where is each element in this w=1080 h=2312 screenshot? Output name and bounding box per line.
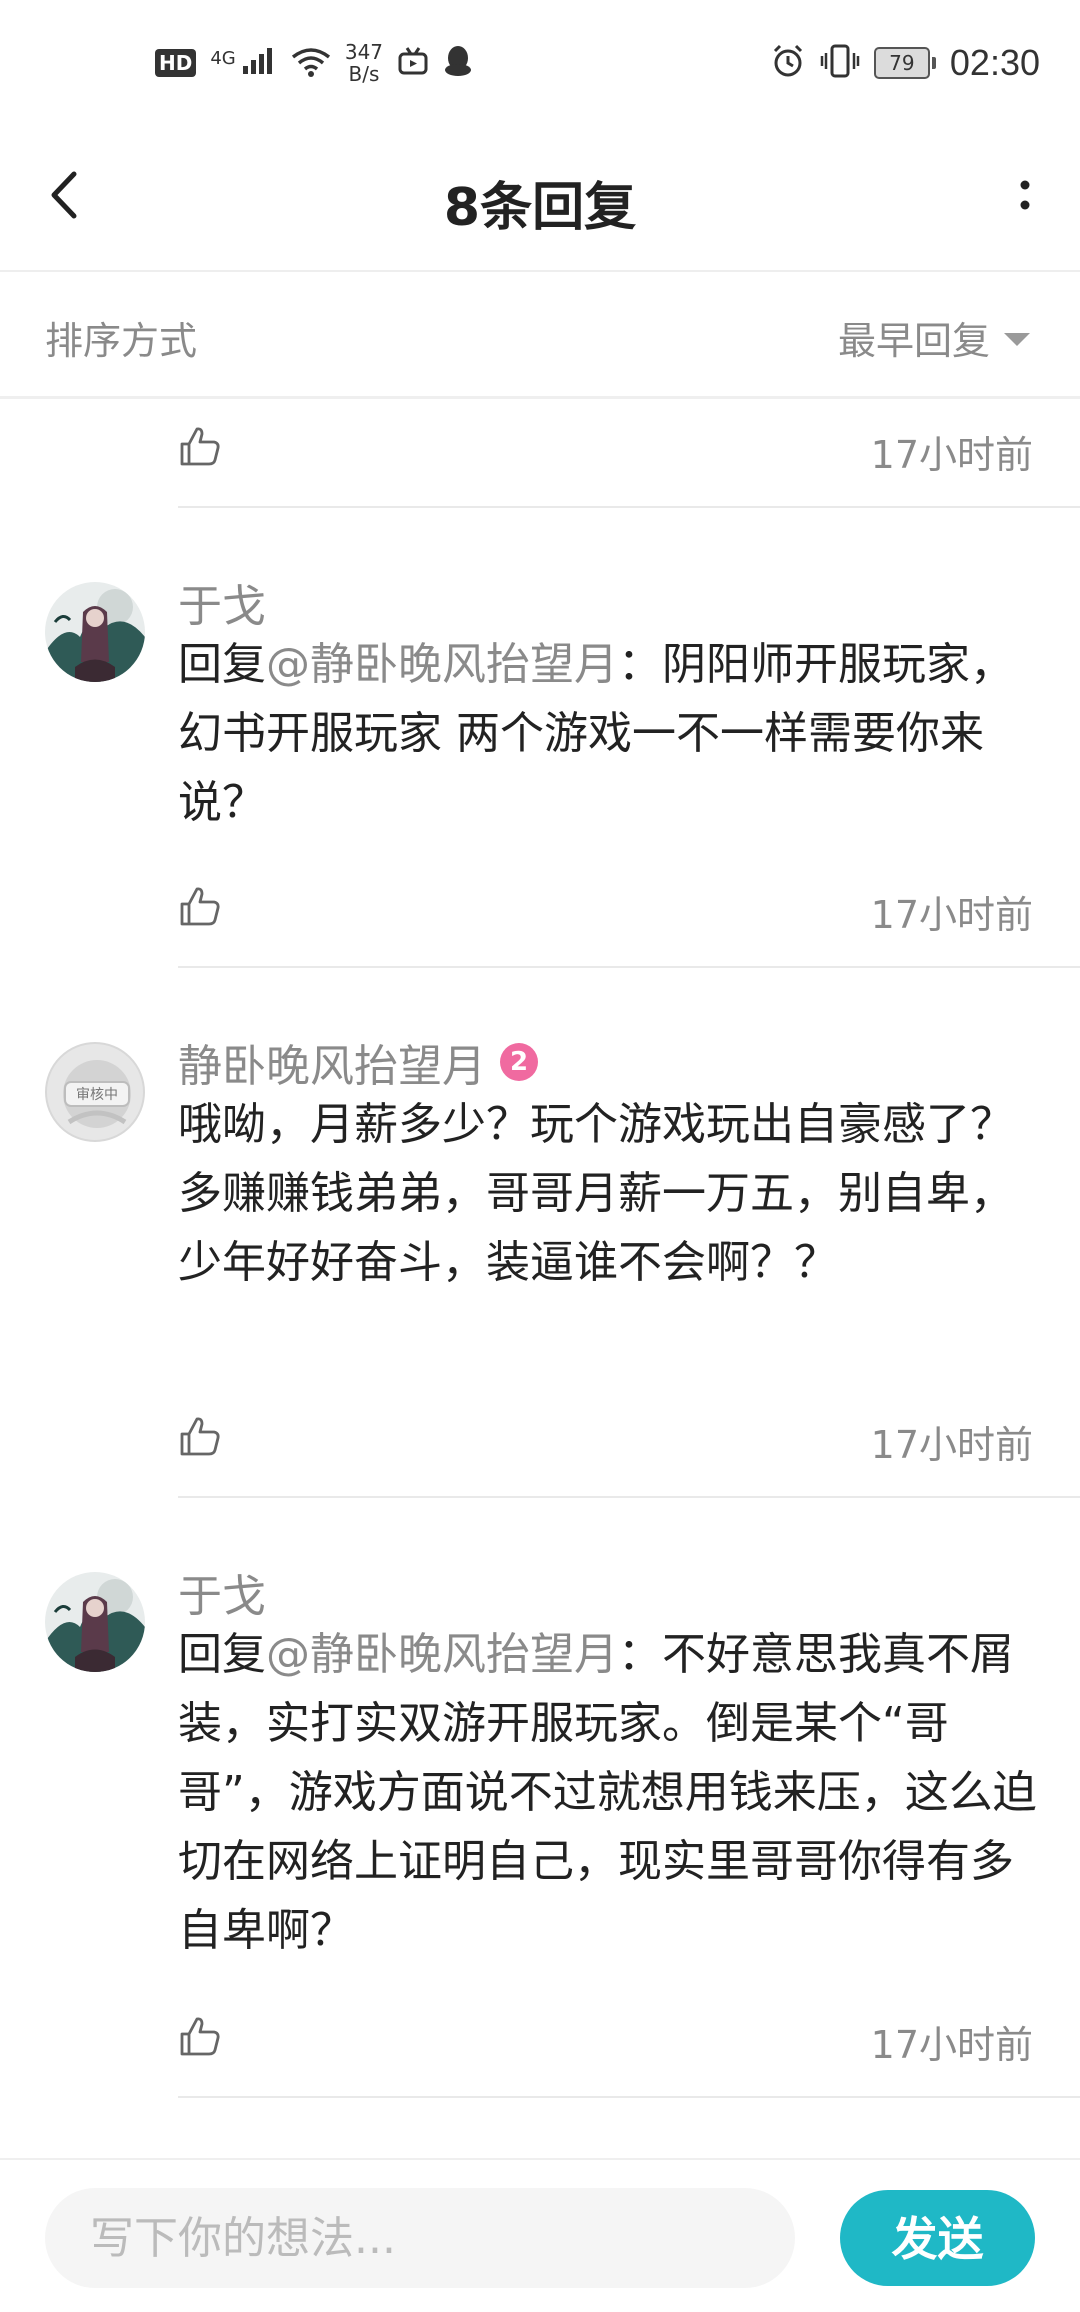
more-vertical-icon [1020, 180, 1030, 210]
more-options-button[interactable] [1010, 165, 1040, 225]
network-speed: 347 B/s [345, 41, 383, 85]
clock: 02:30 [949, 42, 1040, 83]
divider [178, 966, 1080, 968]
sort-dropdown[interactable]: 最早回复 [838, 310, 1030, 365]
top-navigation-bar: 8条回复 [0, 120, 1080, 272]
character-avatar-icon [45, 582, 145, 682]
battery-icon: 79 [873, 47, 936, 79]
divider [178, 1496, 1080, 1498]
page-title: 8条回复 [443, 178, 637, 238]
like-button[interactable] [178, 2014, 222, 2058]
like-button[interactable] [178, 424, 222, 468]
sort-label: 排序方式 [45, 319, 198, 363]
review-status-label: 审核中 [76, 1087, 118, 1103]
mention-link[interactable]: @静卧晚风抬望月 [266, 639, 618, 690]
speed-unit: B/s [348, 62, 380, 86]
thumbs-up-icon [180, 427, 220, 466]
comment-timestamp: 17小时前 [870, 433, 1033, 477]
sort-value-text: 最早回复 [837, 319, 990, 363]
reply-input-bar: 发送 [0, 2158, 1080, 2312]
comment-timestamp: 17小时前 [870, 2023, 1033, 2067]
divider [178, 506, 1080, 508]
battery-cap [931, 57, 936, 69]
reply-prefix: 回复 [178, 639, 266, 690]
comment-body: 哦呦，月薪多少？玩个游戏玩出自豪感了？多赚赚钱弟弟，哥哥月薪一万五，别自卑，少年… [178, 1090, 1038, 1297]
reply-prefix: 回复 [178, 1629, 266, 1680]
status-left: HD 4G 347 B/s [155, 38, 473, 88]
comment-body: 回复@静卧晚风抬望月：阴阳师开服玩家，幻书开服玩家 两个游戏一不一样需要你来说？ [178, 630, 1038, 837]
wifi-icon [291, 45, 331, 81]
alarm-icon [770, 43, 806, 83]
username-text: 静卧晚风抬望月 [178, 1041, 486, 1092]
username[interactable]: 静卧晚风抬望月 2 [178, 1030, 538, 1094]
hd-icon: HD [155, 49, 197, 77]
battery-level: 79 [873, 47, 930, 79]
level-badge: 2 [500, 1043, 538, 1081]
signal-icon: 4G [210, 46, 277, 81]
speed-value: 347 [344, 40, 384, 64]
comment-body: 回复@静卧晚风抬望月：不好意思我真不屑装，实打实双游开服玩家。倒是某个“哥哥”，… [178, 1620, 1038, 1965]
status-right: 79 02:30 [770, 38, 1040, 88]
avatar[interactable] [45, 1572, 145, 1672]
reply-input[interactable] [45, 2188, 795, 2288]
comment-actions: 17小时前 [178, 860, 1033, 960]
sort-bar: 排序方式 最早回复 [0, 272, 1080, 399]
like-button[interactable] [178, 1414, 222, 1458]
thumbs-up-icon [180, 887, 220, 926]
mention-link[interactable]: @静卧晚风抬望月 [266, 1629, 618, 1680]
divider [178, 2096, 1080, 2098]
vibrate-icon [820, 43, 860, 83]
username[interactable]: 于戈 [178, 1560, 266, 1624]
dropdown-arrow-icon [1004, 333, 1030, 346]
status-bar: HD 4G 347 B/s 79 02:30 [0, 0, 1080, 120]
avatar[interactable] [45, 582, 145, 682]
thumbs-up-icon [180, 1417, 220, 1456]
bilibili-tv-icon [397, 46, 429, 80]
thumbs-up-icon [180, 2017, 220, 2056]
comment-timestamp: 17小时前 [870, 1423, 1033, 1467]
network-type: 4G [210, 47, 236, 69]
character-avatar-icon [45, 1572, 145, 1672]
comment-actions: 17小时前 [178, 1990, 1033, 2090]
comment-text: 哦呦，月薪多少？玩个游戏玩出自豪感了？多赚赚钱弟弟，哥哥月薪一万五，别自卑，少年… [178, 1099, 1014, 1288]
comment-actions: 17小时前 [178, 400, 1033, 500]
username-text: 于戈 [178, 581, 266, 632]
send-button[interactable]: 发送 [840, 2190, 1035, 2286]
qq-penguin-icon [443, 44, 473, 82]
username-text: 于戈 [178, 1571, 266, 1622]
comment-actions: 17小时前 [178, 1390, 1033, 1490]
comment-timestamp: 17小时前 [870, 893, 1033, 937]
username[interactable]: 于戈 [178, 570, 266, 634]
avatar[interactable]: 审核中 [45, 1042, 145, 1142]
like-button[interactable] [178, 884, 222, 928]
reply-list[interactable]: 17小时前 于戈 回复@静卧晚风抬望月：阴阳师开服玩家，幻书开服玩家 两个游戏一… [0, 400, 1080, 2155]
default-avatar-icon: 审核中 [63, 1060, 131, 1128]
